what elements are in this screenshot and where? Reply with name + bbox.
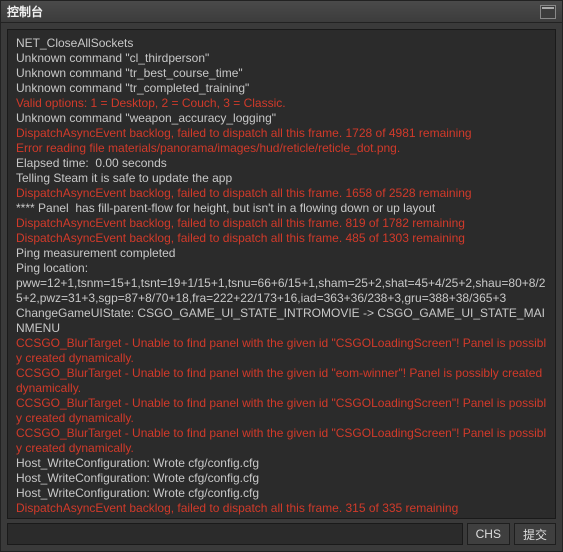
console-line: CCSGO_BlurTarget - Unable to find panel … bbox=[16, 396, 547, 426]
console-line: Host_WriteConfiguration: Wrote cfg/confi… bbox=[16, 516, 547, 519]
maximize-icon[interactable] bbox=[540, 5, 556, 19]
console-line: Unknown command "cl_thirdperson" bbox=[16, 51, 547, 66]
console-line: Elapsed time: 0.00 seconds bbox=[16, 156, 547, 171]
submit-button[interactable]: 提交 bbox=[514, 523, 556, 545]
console-line: Error reading file materials/panorama/im… bbox=[16, 141, 547, 156]
console-line: DispatchAsyncEvent backlog, failed to di… bbox=[16, 186, 547, 201]
console-line: pww=12+1,tsnm=15+1,tsnt=19+1/15+1,tsnu=6… bbox=[16, 276, 547, 306]
console-line: Host_WriteConfiguration: Wrote cfg/confi… bbox=[16, 486, 547, 501]
console-line: CCSGO_BlurTarget - Unable to find panel … bbox=[16, 426, 547, 456]
ime-indicator[interactable]: CHS bbox=[467, 523, 510, 545]
console-line: DispatchAsyncEvent backlog, failed to di… bbox=[16, 126, 547, 141]
console-line: DispatchAsyncEvent backlog, failed to di… bbox=[16, 501, 547, 516]
console-output[interactable]: NET_CloseAllSocketsUnknown command "cl_t… bbox=[7, 29, 556, 519]
console-line: Unknown command "weapon_accuracy_logging… bbox=[16, 111, 547, 126]
console-line: Valid options: 1 = Desktop, 2 = Couch, 3… bbox=[16, 96, 547, 111]
console-line: Unknown command "tr_best_course_time" bbox=[16, 66, 547, 81]
console-line: CCSGO_BlurTarget - Unable to find panel … bbox=[16, 336, 547, 366]
console-line: DispatchAsyncEvent backlog, failed to di… bbox=[16, 216, 547, 231]
console-line: DispatchAsyncEvent backlog, failed to di… bbox=[16, 231, 547, 246]
input-row: CHS 提交 bbox=[1, 523, 562, 551]
console-line: CCSGO_BlurTarget - Unable to find panel … bbox=[16, 366, 547, 396]
console-line: Telling Steam it is safe to update the a… bbox=[16, 171, 547, 186]
console-window: 控制台 NET_CloseAllSocketsUnknown command "… bbox=[0, 0, 563, 552]
console-line: ChangeGameUIState: CSGO_GAME_UI_STATE_IN… bbox=[16, 306, 547, 336]
console-line: Ping measurement completed bbox=[16, 246, 547, 261]
titlebar[interactable]: 控制台 bbox=[1, 1, 562, 23]
console-line: Unknown command "tr_completed_training" bbox=[16, 81, 547, 96]
console-line: Host_WriteConfiguration: Wrote cfg/confi… bbox=[16, 471, 547, 486]
console-line: Host_WriteConfiguration: Wrote cfg/confi… bbox=[16, 456, 547, 471]
console-line: NET_CloseAllSockets bbox=[16, 36, 547, 51]
command-input[interactable] bbox=[7, 523, 463, 545]
console-line: Ping location: bbox=[16, 261, 547, 276]
window-title: 控制台 bbox=[7, 3, 43, 20]
console-line: **** Panel has fill-parent-flow for heig… bbox=[16, 201, 547, 216]
